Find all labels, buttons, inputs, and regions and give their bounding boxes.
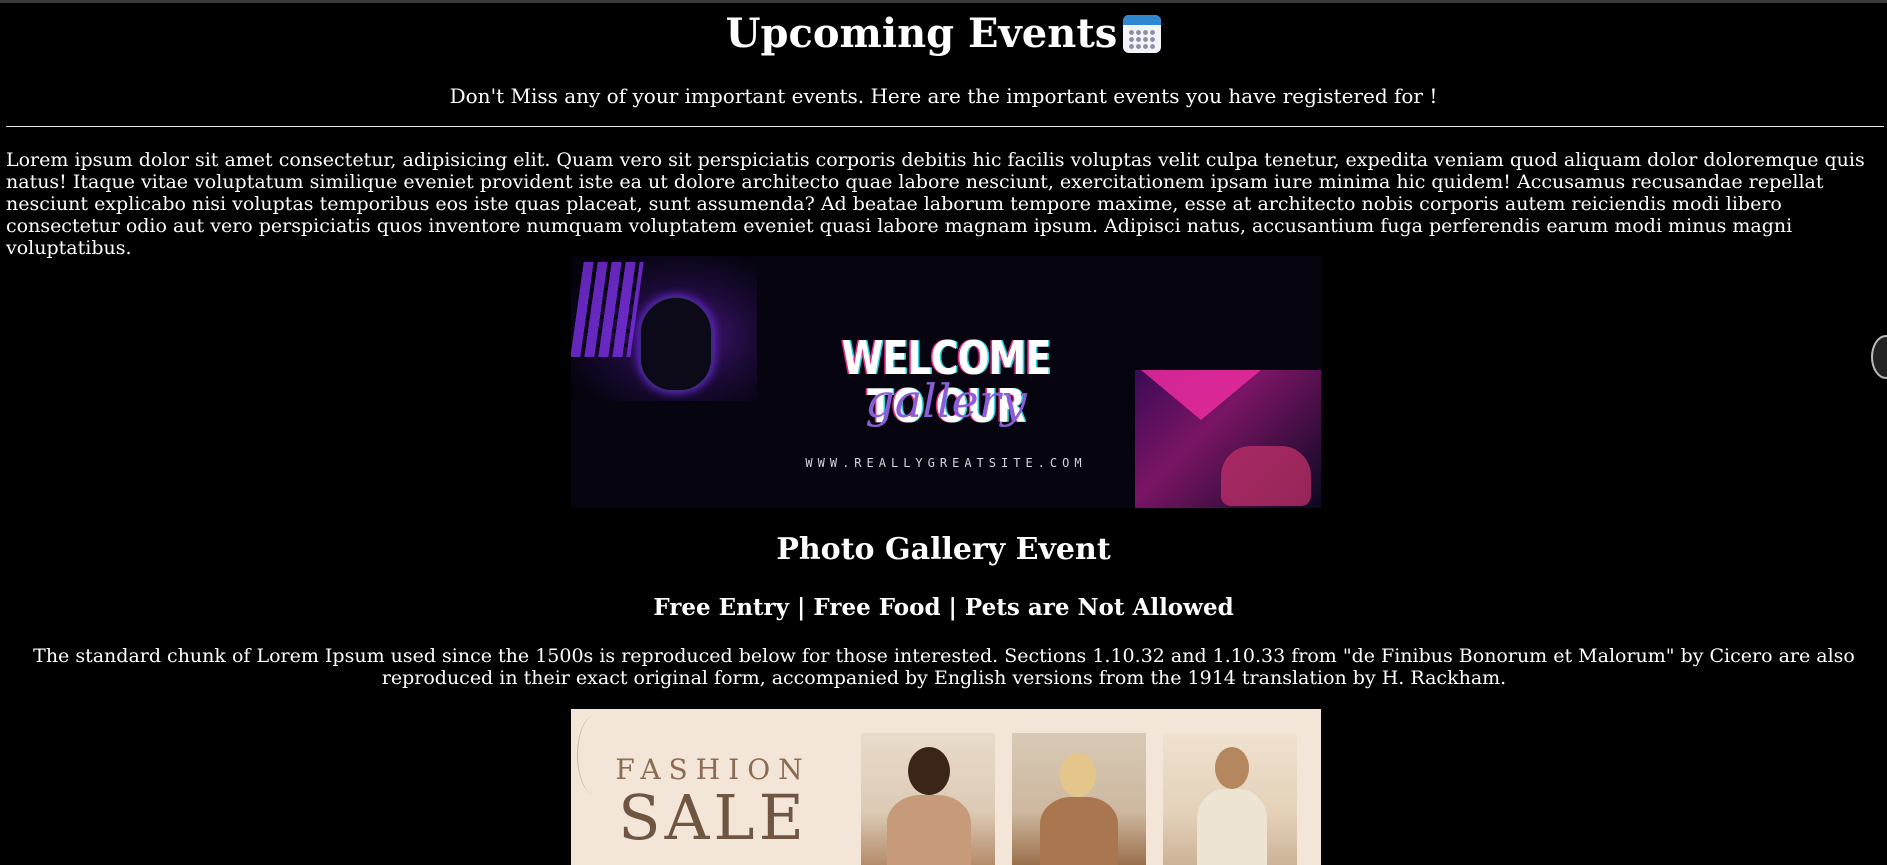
page-title: Upcoming Events bbox=[726, 8, 1162, 60]
calendar-icon bbox=[1123, 15, 1162, 53]
gallery-banner-image: WELCOME TO OUR gallery WWW.REALLYGREATSI… bbox=[571, 256, 1321, 508]
banner-script-text: gallery bbox=[865, 374, 1027, 428]
mouse-image bbox=[639, 296, 713, 392]
sale-word: SALE bbox=[618, 781, 808, 854]
fashion-sale-banner-image: FASHION SALE bbox=[571, 709, 1321, 865]
neon-light-shape bbox=[1141, 370, 1261, 420]
page-subtitle: Don't Miss any of your important events.… bbox=[449, 84, 1438, 108]
banner-url: WWW.REALLYGREATSITE.COM bbox=[805, 456, 1087, 470]
model-photo-2 bbox=[1012, 733, 1146, 865]
event-description: The standard chunk of Lorem Ipsum used s… bbox=[33, 645, 1855, 689]
model-photo-1 bbox=[861, 733, 995, 865]
model-photo-3 bbox=[1163, 733, 1297, 865]
browser-top-edge bbox=[0, 0, 1887, 3]
event-meta: Free Entry | Free Food | Pets are Not Al… bbox=[653, 594, 1234, 621]
intro-paragraph: Lorem ipsum dolor sit amet consectetur, … bbox=[6, 149, 1865, 259]
page-header: Upcoming Events bbox=[0, 8, 1887, 60]
divider bbox=[6, 126, 1884, 127]
page-title-text: Upcoming Events bbox=[725, 10, 1118, 57]
event-title: Photo Gallery Event bbox=[776, 532, 1111, 567]
scroll-handle[interactable] bbox=[1871, 335, 1887, 379]
hand-image bbox=[1221, 446, 1311, 506]
